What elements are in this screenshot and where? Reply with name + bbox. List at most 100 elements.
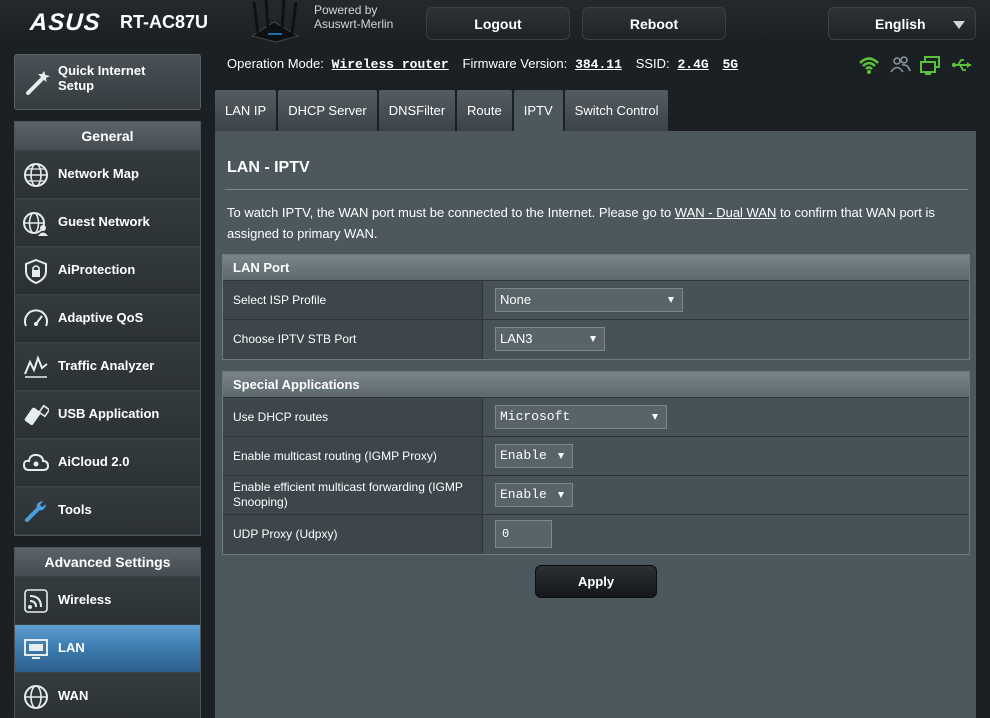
igmp-snooping-label: Enable efficient multicast forwarding (I…: [223, 476, 483, 514]
sidebar-item-wireless[interactable]: Wireless: [15, 577, 200, 625]
logout-button[interactable]: Logout: [426, 7, 570, 40]
operation-mode-link[interactable]: Wireless router: [332, 57, 449, 72]
igmp-proxy-value: Enable: [500, 448, 547, 463]
globe-icon: [24, 163, 48, 187]
igmp-snooping-value: Enable: [500, 487, 547, 502]
sidebar-item-aiprotection[interactable]: AiProtection: [15, 247, 200, 295]
status-line: Operation Mode: Wireless router Firmware…: [227, 56, 744, 72]
lan-port-title: LAN Port: [223, 255, 969, 281]
sidebar-item-tools[interactable]: Tools: [15, 487, 200, 535]
tab-dnsfilter[interactable]: DNSFilter: [378, 90, 456, 131]
sidebar-item-adaptive-qos[interactable]: Adaptive QoS: [15, 295, 200, 343]
tab-iptv[interactable]: IPTV: [513, 90, 563, 131]
sidebar-item-traffic-analyzer[interactable]: Traffic Analyzer: [15, 343, 200, 391]
udpxy-label: UDP Proxy (Udpxy): [223, 515, 483, 554]
sidebar-item-label: Guest Network: [58, 214, 150, 229]
usb-icon[interactable]: [951, 55, 973, 75]
page-title: LAN - IPTV: [227, 159, 310, 176]
sidebar-item-label: Adaptive QoS: [58, 310, 144, 325]
firmware-label: Firmware Version:: [462, 56, 568, 71]
ssid-24g-link[interactable]: 2.4G: [677, 57, 708, 72]
gauge-icon: [24, 309, 48, 327]
title-divider: [225, 189, 968, 190]
users-icon[interactable]: [889, 55, 911, 75]
sidebar-item-label: AiCloud 2.0: [58, 454, 130, 469]
sidebar-item-label: Wireless: [58, 592, 112, 607]
special-apps-section: Special Applications Use DHCP routes Mic…: [222, 371, 970, 555]
sidebar-item-label: Network Map: [58, 166, 139, 181]
stb-port-row: Choose IPTV STB Port LAN3: [223, 320, 969, 359]
powered-by: Powered by Asuswrt-Merlin: [314, 3, 393, 31]
quick-setup-line2: Setup: [58, 78, 95, 93]
main-panel: LAN - IPTV To watch IPTV, the WAN port m…: [215, 131, 976, 718]
udpxy-port-input[interactable]: 0: [495, 520, 552, 548]
sidebar-item-usb-application[interactable]: USB Application: [15, 391, 200, 439]
dhcp-routes-select[interactable]: Microsoft: [495, 405, 667, 429]
traffic-chart-icon: [24, 355, 48, 378]
special-apps-title: Special Applications: [223, 372, 969, 398]
lan-monitor-icon: [24, 639, 48, 659]
page-description: To watch IPTV, the WAN port must be conn…: [227, 202, 962, 244]
igmp-snooping-select[interactable]: Enable: [495, 483, 573, 507]
isp-profile-label: Select ISP Profile: [223, 281, 483, 319]
wireless-icon: [24, 589, 48, 613]
stb-port-select[interactable]: LAN3: [495, 327, 605, 351]
sidebar-item-wan[interactable]: WAN: [15, 673, 200, 718]
ssid-5g-link[interactable]: 5G: [723, 57, 739, 72]
language-value: English: [875, 15, 926, 32]
reboot-button[interactable]: Reboot: [582, 7, 726, 40]
advanced-menu: Advanced Settings Wireless LAN WAN: [14, 547, 201, 718]
tab-dhcp-server[interactable]: DHCP Server: [278, 90, 377, 131]
isp-profile-row: Select ISP Profile None: [223, 281, 969, 320]
sidebar-item-label: LAN: [58, 640, 85, 655]
status-icons: [858, 55, 973, 75]
sidebar-item-guest-network[interactable]: Guest Network: [15, 199, 200, 247]
chevron-down-icon: [953, 21, 965, 29]
general-menu: General Network Map Guest Network AiProt…: [14, 121, 201, 536]
apply-button[interactable]: Apply: [535, 565, 657, 598]
wrench-icon: [25, 501, 46, 522]
powered-by-line2: Asuswrt-Merlin: [314, 17, 394, 31]
language-select[interactable]: English: [828, 7, 976, 40]
lan-tabs: LAN IP DHCP Server DNSFilter Route IPTV …: [215, 90, 669, 131]
lan-port-section: LAN Port Select ISP Profile None Choose …: [222, 254, 970, 360]
quick-internet-setup-label: Quick Internet Setup: [58, 63, 145, 93]
tab-route[interactable]: Route: [457, 90, 512, 131]
operation-mode-label: Operation Mode:: [227, 56, 324, 71]
network-icon[interactable]: [920, 55, 942, 75]
sidebar-item-label: AiProtection: [58, 262, 136, 277]
sidebar-item-lan[interactable]: LAN: [15, 625, 200, 673]
ssid-label: SSID:: [635, 56, 670, 71]
dhcp-routes-label: Use DHCP routes: [223, 398, 483, 436]
desc-text-1: To watch IPTV, the WAN port must be conn…: [227, 205, 675, 220]
igmp-snooping-row: Enable efficient multicast forwarding (I…: [223, 476, 969, 515]
igmp-proxy-select[interactable]: Enable: [495, 444, 573, 468]
advanced-menu-title: Advanced Settings: [15, 548, 200, 577]
dhcp-routes-row: Use DHCP routes Microsoft: [223, 398, 969, 437]
chevron-down-icon: [668, 297, 674, 303]
general-menu-title: General: [15, 122, 200, 151]
wifi-icon[interactable]: [858, 55, 880, 75]
sidebar-item-label: USB Application: [58, 406, 160, 421]
powered-by-line1: Powered by: [314, 3, 378, 17]
sidebar-item-label: Traffic Analyzer: [58, 358, 155, 373]
sidebar-item-aicloud[interactable]: AiCloud 2.0: [15, 439, 200, 487]
firmware-link[interactable]: 384.11: [575, 57, 622, 72]
isp-profile-select[interactable]: None: [495, 288, 683, 312]
lock-shield-icon: [25, 258, 47, 284]
asus-logo: ASUS: [29, 9, 102, 36]
tab-lan-ip[interactable]: LAN IP: [215, 90, 277, 131]
sidebar-item-network-map[interactable]: Network Map: [15, 151, 200, 199]
quick-internet-setup-button[interactable]: Quick Internet Setup: [14, 54, 201, 110]
usb-drive-icon: [24, 404, 49, 425]
igmp-proxy-label: Enable multicast routing (IGMP Proxy): [223, 437, 483, 475]
stb-port-label: Choose IPTV STB Port: [223, 320, 483, 359]
stb-port-value: LAN3: [500, 331, 533, 346]
tab-switch-control[interactable]: Switch Control: [564, 90, 669, 131]
wan-dual-wan-link[interactable]: WAN - Dual WAN: [675, 205, 777, 220]
dhcp-routes-value: Microsoft: [500, 409, 571, 424]
chevron-down-icon: [558, 453, 564, 459]
cloud-icon: [23, 453, 49, 471]
chevron-down-icon: [558, 492, 564, 498]
sidebar-item-label: WAN: [58, 688, 89, 703]
